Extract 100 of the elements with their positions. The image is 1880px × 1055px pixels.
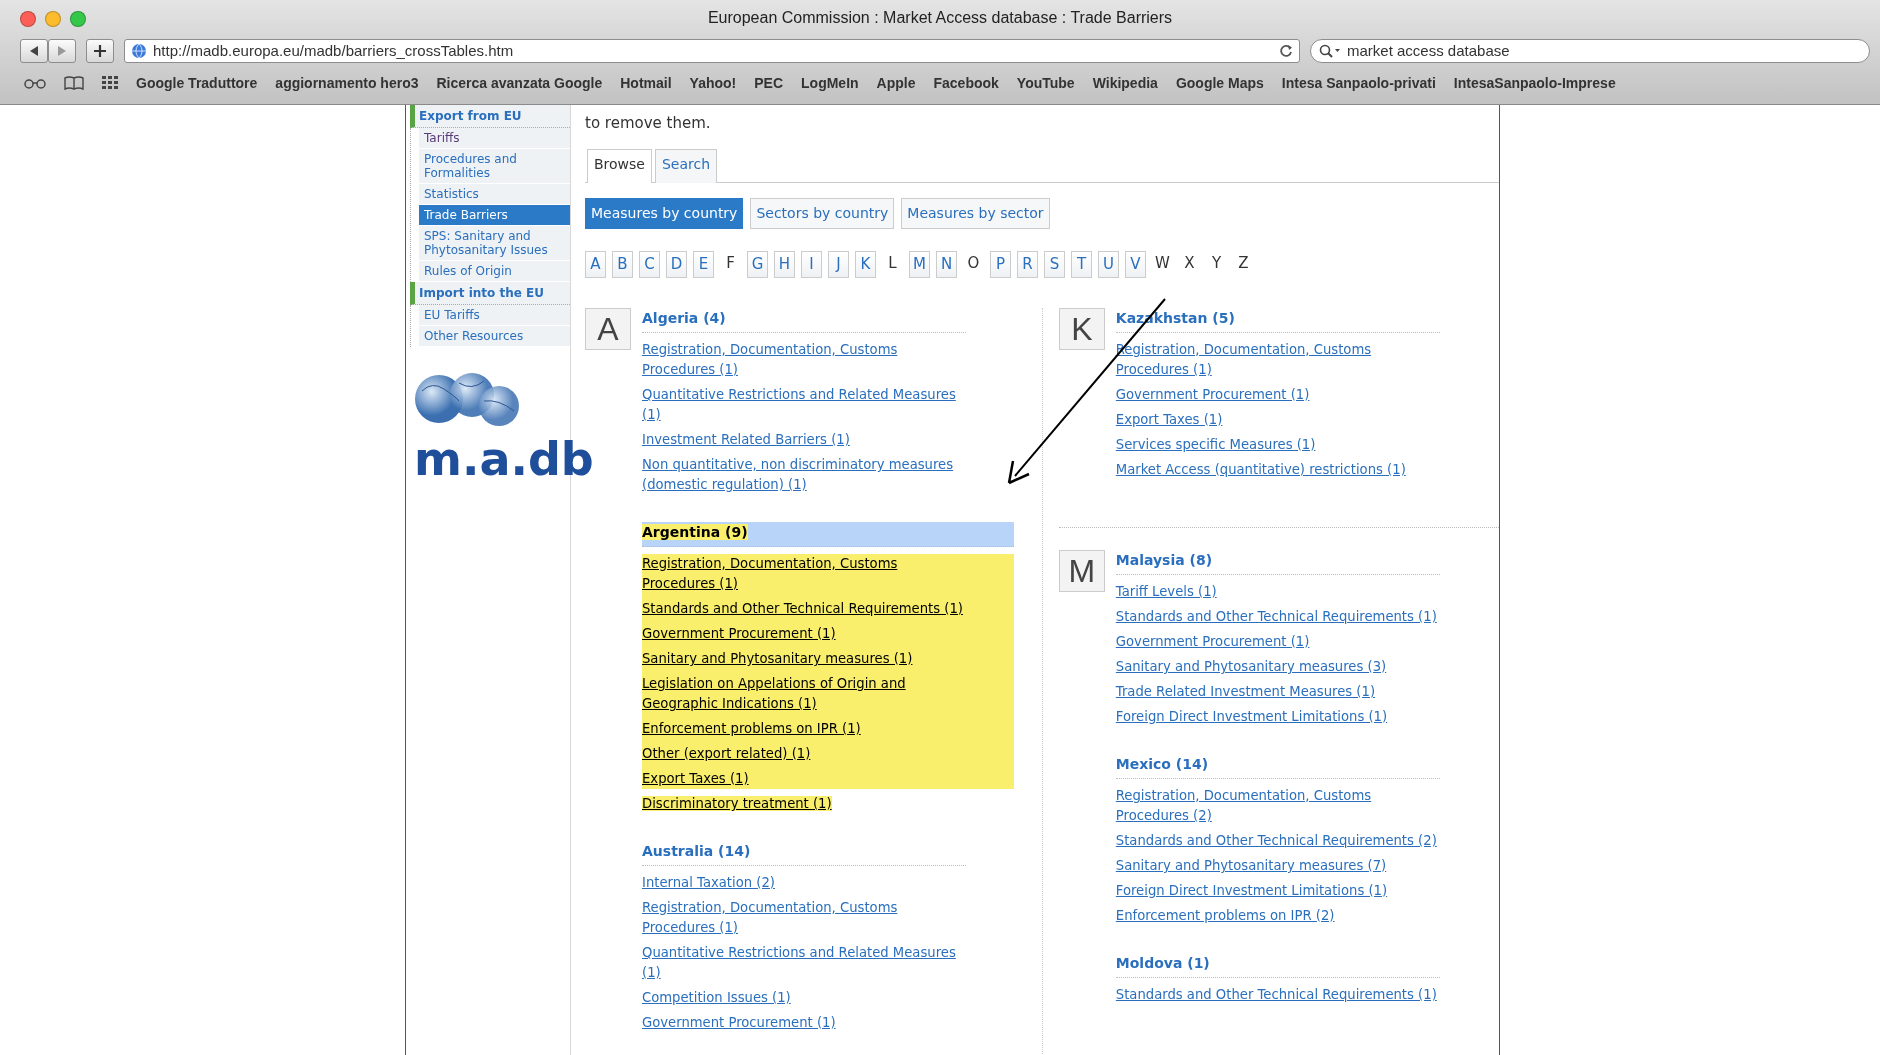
bookmark-link[interactable]: Google Maps — [1175, 72, 1264, 94]
country-heading[interactable]: Argentina (9) — [642, 522, 1014, 547]
measure-link[interactable]: Standards and Other Technical Requirements (2) — [1115, 831, 1438, 851]
measure-link[interactable]: Tariff Levels (1) — [1115, 582, 1438, 602]
add-bookmark-button[interactable] — [86, 39, 114, 63]
sidebar-item[interactable]: SPS: Sanitary and Phytosanitary Issues — [419, 226, 570, 261]
sidebar-item[interactable]: Tariffs — [419, 128, 570, 149]
measure-link[interactable]: Sanitary and Phytosanitary measures (1) — [642, 649, 964, 669]
measure-link[interactable]: Registration, Documentation, Customs Procedures (1) — [642, 340, 964, 380]
measure-link[interactable]: Foreign Direct Investment Limitations (1) — [1115, 707, 1438, 727]
letter-link[interactable]: V — [1125, 251, 1146, 278]
sidebar-heading[interactable]: Export from EU — [410, 105, 570, 128]
view-button[interactable]: Sectors by country — [750, 198, 895, 229]
letter-link[interactable]: T — [1071, 251, 1092, 278]
letter-link[interactable]: R — [1017, 251, 1038, 278]
bookmark-link[interactable]: Hotmail — [620, 72, 672, 94]
measure-link[interactable]: Internal Taxation (2) — [642, 873, 964, 893]
back-button[interactable] — [20, 39, 48, 63]
reload-icon[interactable] — [1279, 44, 1293, 58]
bookmark-link[interactable]: LogMeIn — [801, 72, 859, 94]
measure-link[interactable]: Government Procurement (1) — [642, 1013, 964, 1033]
measure-link[interactable]: Government Procurement (1) — [1115, 632, 1438, 652]
bookmark-link[interactable]: Yahoo! — [689, 72, 737, 94]
measure-link[interactable]: Standards and Other Technical Requirements (1) — [642, 599, 964, 619]
sidebar-item[interactable]: Trade Barriers — [419, 205, 570, 226]
measure-link[interactable]: Sanitary and Phytosanitary measures (3) — [1115, 657, 1438, 677]
sidebar-item[interactable]: EU Tariffs — [419, 305, 570, 326]
bookmark-link[interactable]: aggiornamento hero3 — [275, 72, 419, 94]
measure-link[interactable]: Investment Related Barriers (1) — [642, 430, 964, 450]
measure-link[interactable]: Foreign Direct Investment Limitations (1) — [1115, 881, 1438, 901]
measure-link[interactable]: Competition Issues (1) — [642, 988, 964, 1008]
measure-link[interactable]: Standards and Other Technical Requirements (1) — [1115, 985, 1438, 1005]
measure-link[interactable]: Quantitative Restrictions and Related Measures (1) — [642, 943, 964, 983]
measure-link[interactable]: Enforcement problems on IPR (1) — [642, 719, 964, 739]
glasses-icon[interactable] — [24, 77, 46, 89]
letter-link[interactable]: J — [828, 251, 849, 278]
letter-link[interactable]: B — [612, 251, 633, 278]
search-field[interactable]: market access database — [1310, 39, 1870, 63]
country-heading[interactable]: Algeria (4) — [642, 308, 966, 333]
measure-link[interactable]: Quantitative Restrictions and Related Measures (1) — [642, 385, 964, 425]
measure-link[interactable]: Non quantitative, non discriminatory measures (domestic regulation) (1) — [642, 455, 964, 495]
sidebar-item[interactable]: Other Resources — [419, 326, 570, 347]
bookmark-link[interactable]: Ricerca avanzata Google — [436, 72, 603, 94]
sidebar-item[interactable]: Procedures and Formalities — [419, 149, 570, 184]
letter-text: Z — [1237, 253, 1250, 274]
measure-link[interactable]: Government Procurement (1) — [1115, 385, 1438, 405]
letter-link[interactable]: H — [774, 251, 795, 278]
letter-text: X — [1183, 253, 1196, 274]
measure-link[interactable]: Government Procurement (1) — [642, 624, 964, 644]
country-heading[interactable]: Malaysia (8) — [1115, 550, 1440, 575]
measure-link[interactable]: Registration, Documentation, Customs Procedures (2) — [1115, 786, 1438, 826]
bookmark-link[interactable]: Facebook — [933, 72, 999, 94]
tab[interactable]: Browse — [587, 149, 652, 183]
grid-icon[interactable] — [102, 76, 118, 90]
view-button[interactable]: Measures by country — [585, 198, 744, 229]
letter-text: O — [966, 253, 981, 274]
sidebar-heading[interactable]: Import into the EU — [410, 282, 570, 305]
letter-heading: K — [1058, 308, 1105, 350]
bookmark-link[interactable]: YouTube — [1016, 72, 1075, 94]
letter-link[interactable]: K — [855, 251, 876, 278]
maximize-icon[interactable] — [70, 11, 86, 27]
sidebar-item[interactable]: Rules of Origin — [419, 261, 570, 282]
letter-link[interactable]: C — [639, 251, 660, 278]
measure-link[interactable]: Export Taxes (1) — [642, 769, 964, 789]
measure-link[interactable]: Sanitary and Phytosanitary measures (7) — [1115, 856, 1438, 876]
letter-link[interactable]: I — [801, 251, 822, 278]
close-icon[interactable] — [20, 11, 36, 27]
sidebar-item[interactable]: Statistics — [419, 184, 570, 205]
letter-link[interactable]: A — [585, 251, 606, 278]
bookmark-link[interactable]: Intesa Sanpaolo-privati — [1281, 72, 1436, 94]
view-button[interactable]: Measures by sector — [901, 198, 1050, 229]
measure-link[interactable]: Registration, Documentation, Customs Procedures (1) — [642, 898, 964, 938]
letter-link[interactable]: M — [909, 251, 930, 278]
letter-link[interactable]: D — [666, 251, 687, 278]
letter-link[interactable]: N — [936, 251, 957, 278]
measure-link[interactable]: Trade Related Investment Measures (1) — [1115, 682, 1438, 702]
measure-link[interactable]: Registration, Documentation, Customs Procedures (1) — [642, 554, 964, 594]
letter-link[interactable]: U — [1098, 251, 1119, 278]
address-field[interactable]: http://madb.europa.eu/madb/barriers_crossTables.htm — [124, 39, 1300, 63]
country-heading[interactable]: Australia (14) — [642, 841, 966, 866]
measure-link[interactable]: Market Access (quantitative) restrictions (1) — [1115, 460, 1438, 480]
measure-link[interactable]: Enforcement problems on IPR (2) — [1115, 906, 1438, 926]
bookmark-link[interactable]: IntesaSanpaolo-Imprese — [1453, 72, 1616, 94]
measure-link[interactable]: Standards and Other Technical Requirements (1) — [1115, 607, 1438, 627]
bookmark-link[interactable]: Wikipedia — [1092, 72, 1158, 94]
country-heading[interactable]: Mexico (14) — [1115, 754, 1440, 779]
letter-link[interactable]: G — [747, 251, 768, 278]
bookmark-link[interactable]: Google Traduttore — [136, 72, 258, 94]
letter-link[interactable]: P — [990, 251, 1011, 278]
letter-link[interactable]: E — [693, 251, 714, 278]
book-icon[interactable] — [64, 76, 84, 90]
measure-link[interactable]: Export Taxes (1) — [1115, 410, 1438, 430]
bookmark-link[interactable]: Apple — [876, 72, 916, 94]
measure-link[interactable]: Services specific Measures (1) — [1115, 435, 1438, 455]
country-heading[interactable]: Moldova (1) — [1115, 953, 1440, 978]
bookmark-link[interactable]: PEC — [754, 72, 784, 94]
measure-link[interactable]: Other (export related) (1) — [642, 744, 964, 764]
measure-link[interactable]: Legislation on Appelations of Origin and Geographic Indications (1) — [642, 674, 964, 714]
letter-link[interactable]: S — [1044, 251, 1065, 278]
tab[interactable]: Search — [655, 149, 718, 183]
